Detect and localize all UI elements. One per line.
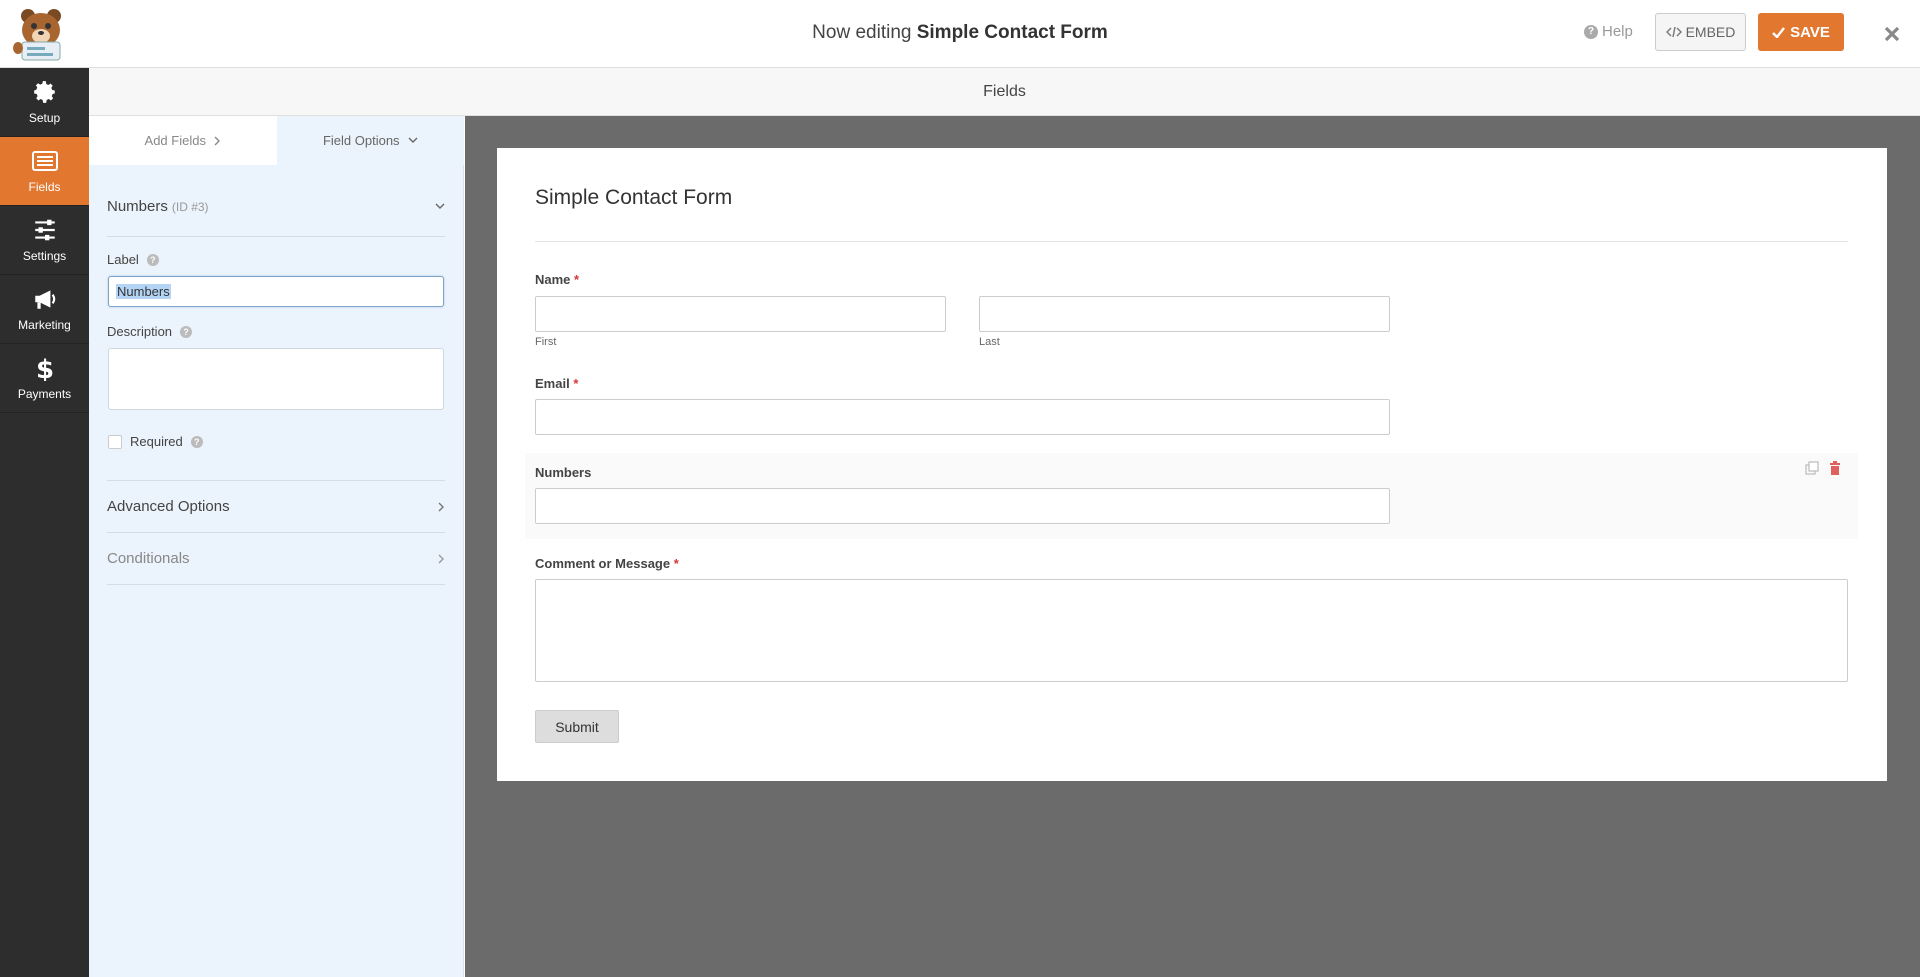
nav-item-fields[interactable]: Fields	[0, 137, 89, 206]
numbers-label: Numbers	[535, 465, 592, 480]
divider	[107, 236, 445, 237]
field-options-header[interactable]: Numbers (ID #3)	[107, 198, 445, 215]
embed-label: EMBED	[1685, 24, 1736, 40]
chevron-right-icon	[438, 554, 444, 563]
chevron-right-icon	[214, 136, 220, 145]
message-textarea[interactable]	[535, 579, 1848, 682]
embed-button[interactable]: EMBED	[1655, 13, 1746, 51]
nav-item-payments[interactable]: $ Payments	[0, 344, 89, 413]
chevron-right-icon	[438, 502, 444, 511]
conditionals-label: Conditionals	[107, 550, 190, 567]
last-name-input[interactable]	[979, 296, 1390, 332]
label-input[interactable]: Numbers	[108, 276, 444, 307]
form-preview-card: Simple Contact Form Name * First Last Em…	[497, 148, 1887, 781]
fields-icon	[31, 151, 58, 171]
conditionals-toggle[interactable]: Conditionals	[107, 550, 445, 567]
description-textarea[interactable]	[108, 348, 444, 410]
help-label: Help	[1602, 23, 1633, 40]
help-icon[interactable]: ?	[180, 325, 193, 338]
left-nav: Setup Fields Settings Marketing $ Paymen…	[0, 68, 89, 977]
first-name-input[interactable]	[535, 296, 946, 332]
advanced-options-label: Advanced Options	[107, 498, 230, 515]
field-name: Numbers	[107, 198, 168, 215]
advanced-options-toggle[interactable]: Advanced Options	[107, 498, 445, 515]
email-label: Email *	[535, 376, 579, 391]
chevron-down-icon	[408, 137, 418, 143]
divider	[107, 584, 445, 585]
bear-logo-icon	[13, 9, 61, 61]
submit-button[interactable]: Submit	[535, 710, 619, 743]
trash-icon[interactable]	[1829, 461, 1841, 475]
tab-add-fields-label: Add Fields	[144, 133, 206, 148]
field-actions	[1805, 461, 1841, 475]
message-label: Comment or Message *	[535, 556, 679, 571]
dollar-icon: $	[35, 355, 53, 381]
label-field-label: Label ?	[107, 252, 159, 267]
code-icon	[1665, 26, 1682, 38]
close-button[interactable]	[1874, 16, 1910, 52]
megaphone-icon	[34, 290, 55, 309]
nav-item-setup[interactable]: Setup	[0, 68, 89, 137]
description-field-label: Description ?	[107, 324, 193, 339]
nav-label-payments: Payments	[17, 387, 72, 401]
svg-text:$: $	[35, 355, 53, 381]
help-link[interactable]: ? Help	[1584, 23, 1633, 40]
help-icon[interactable]: ?	[190, 435, 203, 448]
field-options-panel: Add Fields Field Options Numbers (ID #3) …	[89, 116, 464, 977]
tab-field-options[interactable]: Field Options	[276, 116, 464, 165]
description-text: Description	[107, 324, 173, 339]
panel-tabs: Add Fields Field Options	[89, 116, 464, 165]
divider	[107, 532, 445, 533]
nav-label-marketing: Marketing	[18, 318, 71, 332]
label-text: Label	[107, 252, 139, 267]
close-icon	[1884, 26, 1900, 42]
label-input-value: Numbers	[116, 284, 171, 299]
chevron-down-icon	[435, 203, 445, 209]
name-label: Name *	[535, 272, 580, 287]
duplicate-icon[interactable]	[1805, 461, 1819, 475]
nav-label-setup: Setup	[28, 111, 61, 125]
numbers-input[interactable]	[535, 488, 1390, 524]
tab-field-options-label: Field Options	[322, 133, 400, 148]
email-input[interactable]	[535, 399, 1390, 435]
checkmark-icon	[1772, 26, 1786, 38]
gear-icon	[33, 81, 55, 103]
help-icon[interactable]: ?	[146, 253, 159, 266]
help-icon: ?	[1584, 24, 1598, 39]
nav-label-settings: Settings	[22, 249, 67, 263]
save-button[interactable]: SAVE	[1758, 13, 1844, 51]
tab-add-fields[interactable]: Add Fields	[89, 116, 277, 165]
last-sublabel: Last	[979, 336, 1000, 348]
nav-label-fields: Fields	[28, 180, 61, 194]
nav-item-marketing[interactable]: Marketing	[0, 275, 89, 344]
field-id: (ID #3)	[171, 200, 209, 214]
first-sublabel: First	[535, 336, 557, 348]
required-row: Required ?	[108, 434, 203, 449]
save-label: SAVE	[1790, 23, 1830, 41]
divider	[535, 241, 1848, 242]
sliders-icon	[34, 219, 55, 241]
nav-item-settings[interactable]: Settings	[0, 206, 89, 275]
form-title: Simple Contact Form	[535, 186, 733, 209]
required-label: Required	[130, 434, 183, 449]
required-checkbox[interactable]	[108, 434, 122, 449]
section-title: Fields	[89, 68, 1920, 116]
top-bar: Now editing Simple Contact Form ? Help E…	[0, 0, 1920, 68]
divider	[107, 480, 445, 481]
